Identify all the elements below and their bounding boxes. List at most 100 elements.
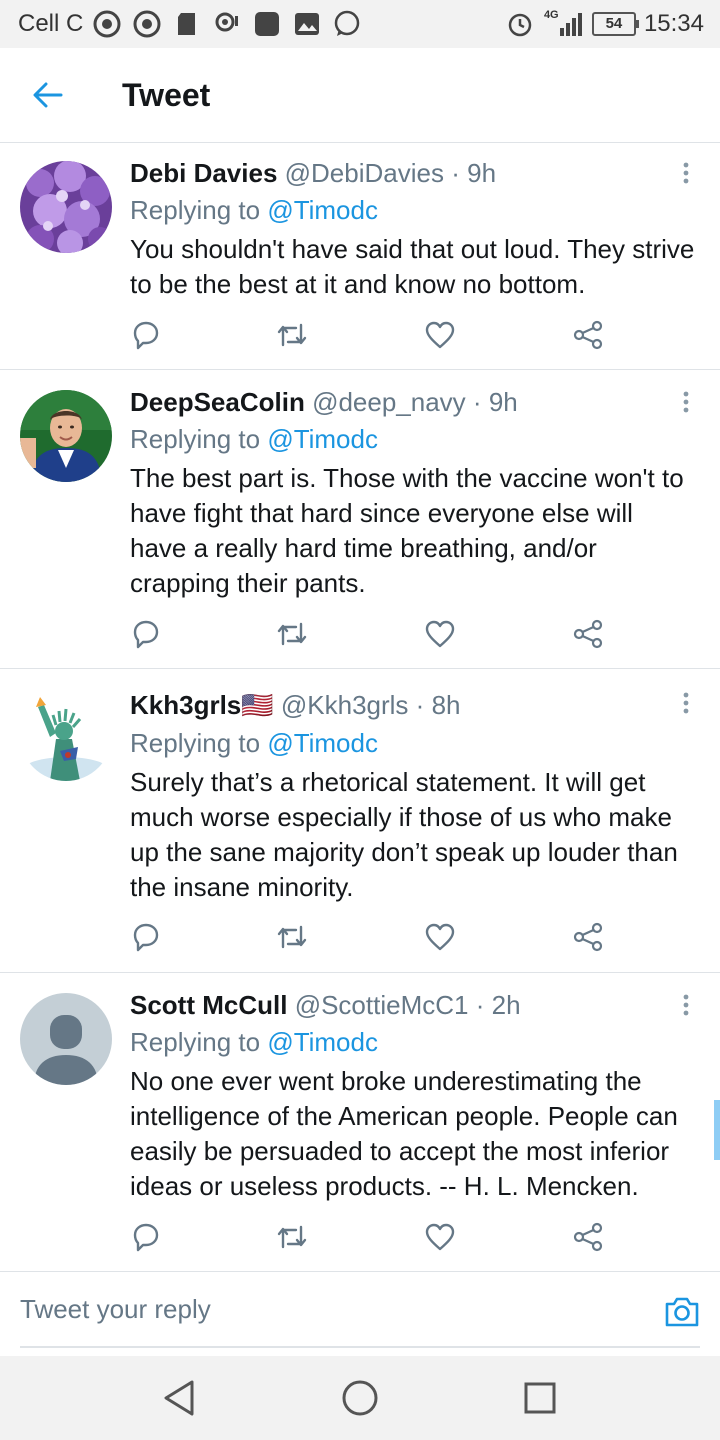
avatar[interactable] [20, 689, 112, 781]
back-button[interactable] [24, 71, 72, 119]
tweet-text: The best part is. Those with the vaccine… [130, 463, 684, 598]
replying-to: Replying to @Timodc [130, 421, 378, 457]
retweet-icon [277, 925, 307, 949]
battery-indicator: 54 [591, 12, 639, 36]
mention-link[interactable]: @Timodc [267, 1027, 378, 1057]
more-vertical-icon [683, 692, 689, 714]
replying-to: Replying to @Timodc [130, 1024, 378, 1060]
square-recent-icon [524, 1382, 556, 1414]
retweet-icon [277, 323, 307, 347]
system-nav-bar [0, 1356, 720, 1440]
nav-back-button[interactable] [158, 1377, 200, 1419]
avatar[interactable] [20, 161, 112, 253]
replying-label: Replying to [130, 1027, 261, 1057]
reply-button[interactable] [130, 1221, 162, 1253]
tweet-actions [130, 921, 610, 957]
app-header: Tweet [0, 48, 720, 143]
mention-link[interactable]: @Timodc [267, 424, 378, 454]
triangle-back-icon [164, 1380, 194, 1416]
gallery-icon [293, 10, 321, 38]
heart-icon [425, 620, 455, 648]
more-button[interactable] [676, 991, 696, 1019]
status-bar-left: Cell C [0, 10, 373, 38]
author-name[interactable]: DeepSeaColin [130, 387, 305, 417]
share-icon [573, 619, 603, 649]
reply-button[interactable] [130, 618, 162, 650]
share-icon [573, 922, 603, 952]
heart-icon [425, 321, 455, 349]
reply-button[interactable] [130, 921, 162, 953]
share-button[interactable] [572, 921, 604, 953]
reply-button[interactable] [130, 319, 162, 351]
tweet-time[interactable]: 9h [489, 387, 518, 417]
more-vertical-icon [683, 162, 689, 184]
like-button[interactable] [424, 319, 456, 351]
chrome-icon [133, 10, 161, 38]
like-button[interactable] [424, 921, 456, 953]
tweet[interactable]: Kkh3grls🇺🇸 @Kkh3grls · 8h Replying to @T… [0, 669, 720, 973]
like-button[interactable] [424, 618, 456, 650]
tweet[interactable]: DeepSeaColin @deep_navy · 9h Replying to… [0, 370, 720, 669]
replying-label: Replying to [130, 728, 261, 758]
share-icon [573, 1222, 603, 1252]
share-button[interactable] [572, 319, 604, 351]
reply-icon [133, 620, 159, 649]
tweet-meta: DeepSeaColin @deep_navy · 9h [130, 384, 660, 420]
tweet-time[interactable]: 9h [467, 158, 496, 188]
more-button[interactable] [676, 689, 696, 717]
author-handle[interactable]: @Kkh3grls [281, 690, 409, 720]
tweet-time[interactable]: 8h [432, 690, 461, 720]
tweet-meta: Debi Davies @DebiDavies · 9h [130, 155, 660, 191]
reply-composer [0, 1272, 720, 1356]
status-bar: Cell C 4G 54 15:34 [0, 0, 720, 48]
tweet-meta: Kkh3grls🇺🇸 @Kkh3grls · 8h [130, 687, 660, 723]
author-name[interactable]: Debi Davies [130, 158, 277, 188]
author-handle[interactable]: @ScottieMcC1 [295, 990, 469, 1020]
reply-icon [133, 923, 159, 952]
retweet-button[interactable] [276, 1221, 308, 1253]
author-handle[interactable]: @deep_navy [312, 387, 466, 417]
avatar[interactable] [20, 390, 112, 482]
scrollbar-thumb[interactable] [714, 1100, 720, 1160]
more-button[interactable] [676, 388, 696, 416]
camera-icon [665, 1297, 699, 1327]
replying-to: Replying to @Timodc [130, 725, 378, 761]
carrier-label: Cell C [18, 10, 84, 37]
author-handle[interactable]: @DebiDavies [285, 158, 444, 188]
mention-link[interactable]: @Timodc [267, 195, 378, 225]
nav-recent-button[interactable] [519, 1377, 561, 1419]
tweet-text: Surely that’s a rhetorical statement. It… [130, 767, 678, 902]
tweet[interactable]: Scott McCull @ScottieMcC1 · 2h Replying … [0, 973, 720, 1272]
circle-home-icon [342, 1380, 378, 1416]
whatsapp-icon [333, 10, 361, 38]
camera-button[interactable] [664, 1294, 700, 1330]
chrome-icon [93, 10, 121, 38]
reply-input[interactable] [20, 1272, 700, 1348]
nav-home-button[interactable] [339, 1377, 381, 1419]
retweet-button[interactable] [276, 921, 308, 953]
location-icon [213, 10, 241, 38]
more-vertical-icon [683, 994, 689, 1016]
reply-icon [133, 1223, 159, 1252]
avatar[interactable] [20, 993, 112, 1085]
share-button[interactable] [572, 618, 604, 650]
tweet-meta: Scott McCull @ScottieMcC1 · 2h [130, 987, 660, 1023]
retweet-button[interactable] [276, 618, 308, 650]
share-button[interactable] [572, 1221, 604, 1253]
meta-separator: · [415, 690, 425, 720]
author-name[interactable]: Kkh3grls🇺🇸 [130, 690, 274, 720]
retweet-icon [277, 622, 307, 646]
tweet-time[interactable]: 2h [492, 990, 521, 1020]
like-button[interactable] [424, 1221, 456, 1253]
tweet[interactable]: Debi Davies @DebiDavies · 9h Replying to… [0, 143, 720, 370]
retweet-button[interactable] [276, 319, 308, 351]
replying-to: Replying to @Timodc [130, 192, 378, 228]
signal-icon: 4G [544, 10, 582, 38]
author-name[interactable]: Scott McCull [130, 990, 287, 1020]
mention-link[interactable]: @Timodc [267, 728, 378, 758]
app-icon [253, 10, 281, 38]
heart-icon [425, 1223, 455, 1251]
meta-separator: · [451, 158, 460, 188]
more-button[interactable] [676, 159, 696, 187]
heart-icon [425, 923, 455, 951]
